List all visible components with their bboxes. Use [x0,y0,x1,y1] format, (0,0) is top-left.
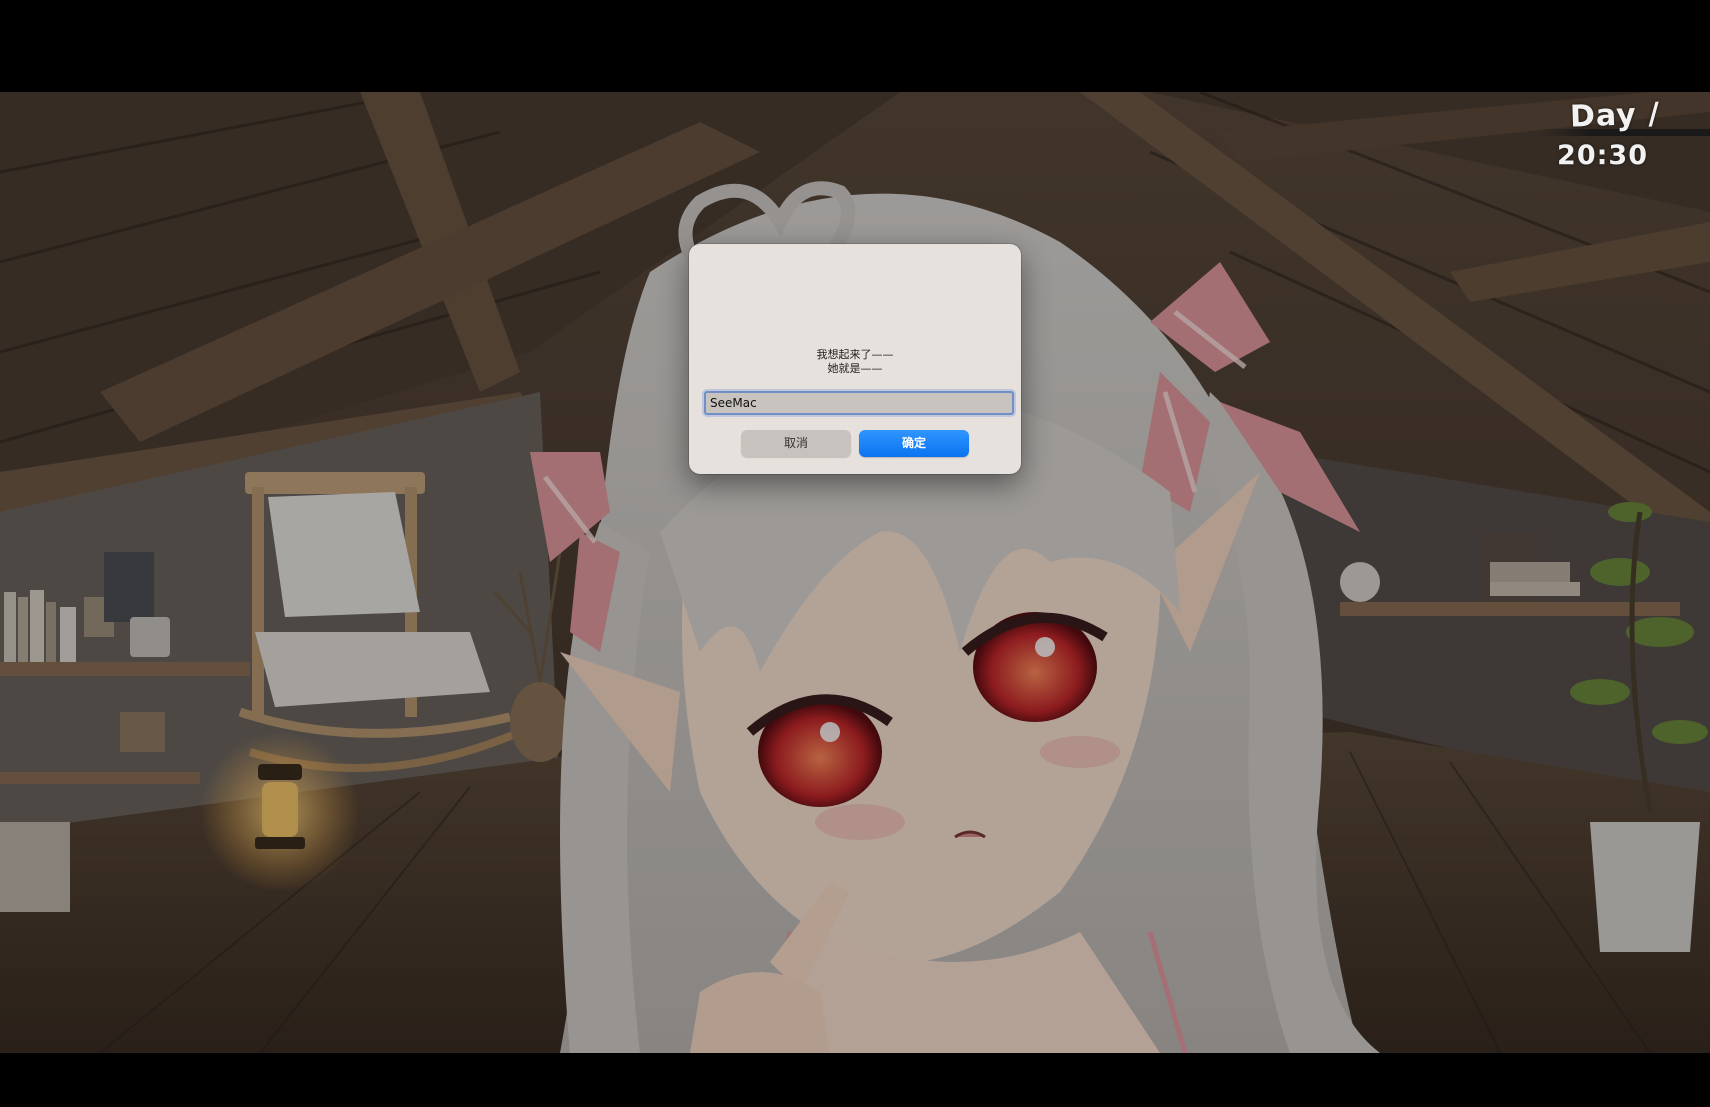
game-screen: Day / 20:30 我想起来了—— 她就是—— 取消 确定 [0,0,1710,1107]
day-label: Day / [1569,96,1661,135]
dialog-message: 我想起来了—— 她就是—— [689,348,1021,376]
dialog-message-line-1: 我想起来了—— [816,348,894,361]
name-input[interactable] [704,391,1014,415]
cancel-button[interactable]: 取消 [741,430,851,457]
time-label: 20:30 [1557,140,1648,171]
game-scene[interactable] [0,92,1710,1053]
name-input-dialog: 我想起来了—— 她就是—— 取消 确定 [689,244,1021,474]
confirm-button[interactable]: 确定 [859,430,969,457]
attic-background [0,92,1710,1053]
day-time-hud: Day / 20:30 [1460,96,1710,178]
dialog-message-line-2: 她就是—— [827,362,883,375]
